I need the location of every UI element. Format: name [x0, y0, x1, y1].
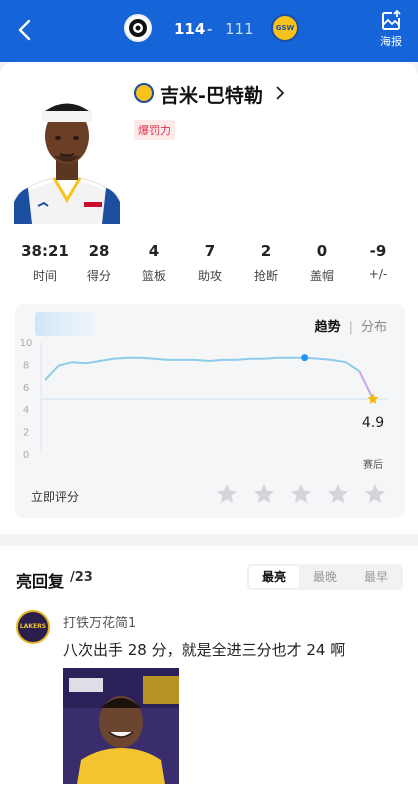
rating-star-icon[interactable]	[252, 482, 276, 506]
player-card: 吉米-巴特勒 爆罚力 38:21 时间 28 得分 4 篮板 7 助攻 2 抢断…	[0, 62, 418, 534]
y-tick-label: 6	[23, 383, 29, 394]
rating-chart-panel: 趋势 | 分布 10 8 6 4 2 0 4.9 赛后 立即评分	[15, 304, 405, 518]
commenter-name[interactable]: 打铁万花简1	[63, 612, 136, 631]
y-tick-label: 0	[23, 450, 29, 461]
y-tick-label: 8	[23, 360, 29, 371]
chart-view-toggle: 趋势 | 分布	[314, 320, 387, 335]
poster-label: 海报	[380, 35, 402, 48]
stat-assists: 7 助攻	[180, 242, 240, 284]
y-tick-label: 2	[23, 428, 29, 439]
comments-section: 亮回复 /23 最亮 最晚 最早 LAKERS 打铁万花简1 八次出手 28 分…	[0, 546, 418, 787]
sort-tab-latest[interactable]: 最晚	[300, 566, 350, 588]
comment-text: 八次出手 28 分，就是全进三分也才 24 啊	[63, 641, 346, 659]
stat-value: 28	[88, 242, 110, 260]
stat-label: 盖帽	[309, 269, 334, 283]
highlight-point	[301, 354, 309, 362]
score-separator: -	[207, 20, 213, 38]
poster-button[interactable]: 海报	[376, 10, 406, 49]
y-tick-label: 4	[23, 405, 29, 416]
rate-now-label: 立即评分	[31, 490, 80, 504]
home-team-logo[interactable]: GSW	[271, 14, 299, 42]
y-tick-label: 10	[20, 338, 33, 349]
stat-minutes: 38:21 时间	[15, 242, 75, 284]
stat-label: 篮板	[141, 269, 166, 283]
poster-icon	[382, 10, 402, 30]
stat-plus-minus: -9 +/-	[348, 242, 408, 281]
stat-value: 38:21	[21, 242, 69, 260]
home-team-logo-text: GSW	[275, 24, 295, 32]
sort-tabs: 最亮 最晚 最早	[247, 564, 403, 590]
blurred-rating	[35, 312, 95, 336]
player-avatar	[14, 90, 120, 224]
rating-star-icon[interactable]	[326, 482, 350, 506]
stat-row: 38:21 时间 28 得分 4 篮板 7 助攻 2 抢断 0 盖帽 -9 +/…	[0, 242, 418, 290]
rating-trend-chart: 10 8 6 4 2 0 4.9 赛后	[20, 338, 387, 471]
avatar-logo-text: LAKERS	[19, 623, 47, 630]
comment-image[interactable]	[63, 668, 179, 784]
final-rating-label: 赛后	[363, 458, 383, 471]
final-rating-star	[367, 393, 379, 404]
stat-label: 得分	[86, 269, 111, 283]
toggle-distribution[interactable]: 分布	[361, 320, 387, 335]
stat-blocks: 0 盖帽	[292, 242, 352, 284]
scoreboard: 114 - 111 GSW	[0, 14, 418, 46]
rating-star-icon[interactable]	[363, 482, 387, 506]
stat-value: 0	[316, 242, 328, 260]
stat-value: 4	[148, 242, 160, 260]
final-rating-value: 4.9	[362, 415, 384, 431]
stat-label: +/-	[368, 267, 388, 281]
player-tag: 爆罚力	[134, 120, 175, 140]
stat-label: 助攻	[197, 269, 222, 283]
top-bar: 114 - 111 GSW 海报	[0, 0, 418, 62]
stat-value: 7	[204, 242, 216, 260]
rating-star-icon[interactable]	[289, 482, 313, 506]
rating-star-icon[interactable]	[215, 482, 239, 506]
sort-tab-earliest[interactable]: 最早	[351, 566, 401, 588]
stat-value: -9	[369, 242, 387, 260]
toggle-trend[interactable]: 趋势	[315, 320, 341, 335]
stat-points: 28 得分	[69, 242, 129, 284]
comments-title: 亮回复	[16, 572, 65, 591]
team-badge-icon	[134, 83, 154, 103]
stat-label: 时间	[32, 269, 57, 283]
stat-steals: 2 抢断	[236, 242, 296, 284]
stat-label: 抢断	[253, 269, 278, 283]
commenter-avatar[interactable]: LAKERS	[16, 610, 50, 644]
player-name: 吉米-巴特勒	[160, 85, 263, 107]
series-final-segment	[358, 370, 374, 400]
series-line	[44, 356, 360, 381]
stat-value: 2	[260, 242, 272, 260]
away-team-logo[interactable]	[124, 14, 152, 42]
chevron-right-icon	[276, 86, 285, 100]
home-score: 111	[225, 20, 254, 38]
comments-count: /23	[70, 570, 93, 585]
stat-rebounds: 4 篮板	[124, 242, 184, 284]
sort-tab-brightest[interactable]: 最亮	[249, 566, 299, 588]
away-score: 114	[174, 20, 206, 38]
